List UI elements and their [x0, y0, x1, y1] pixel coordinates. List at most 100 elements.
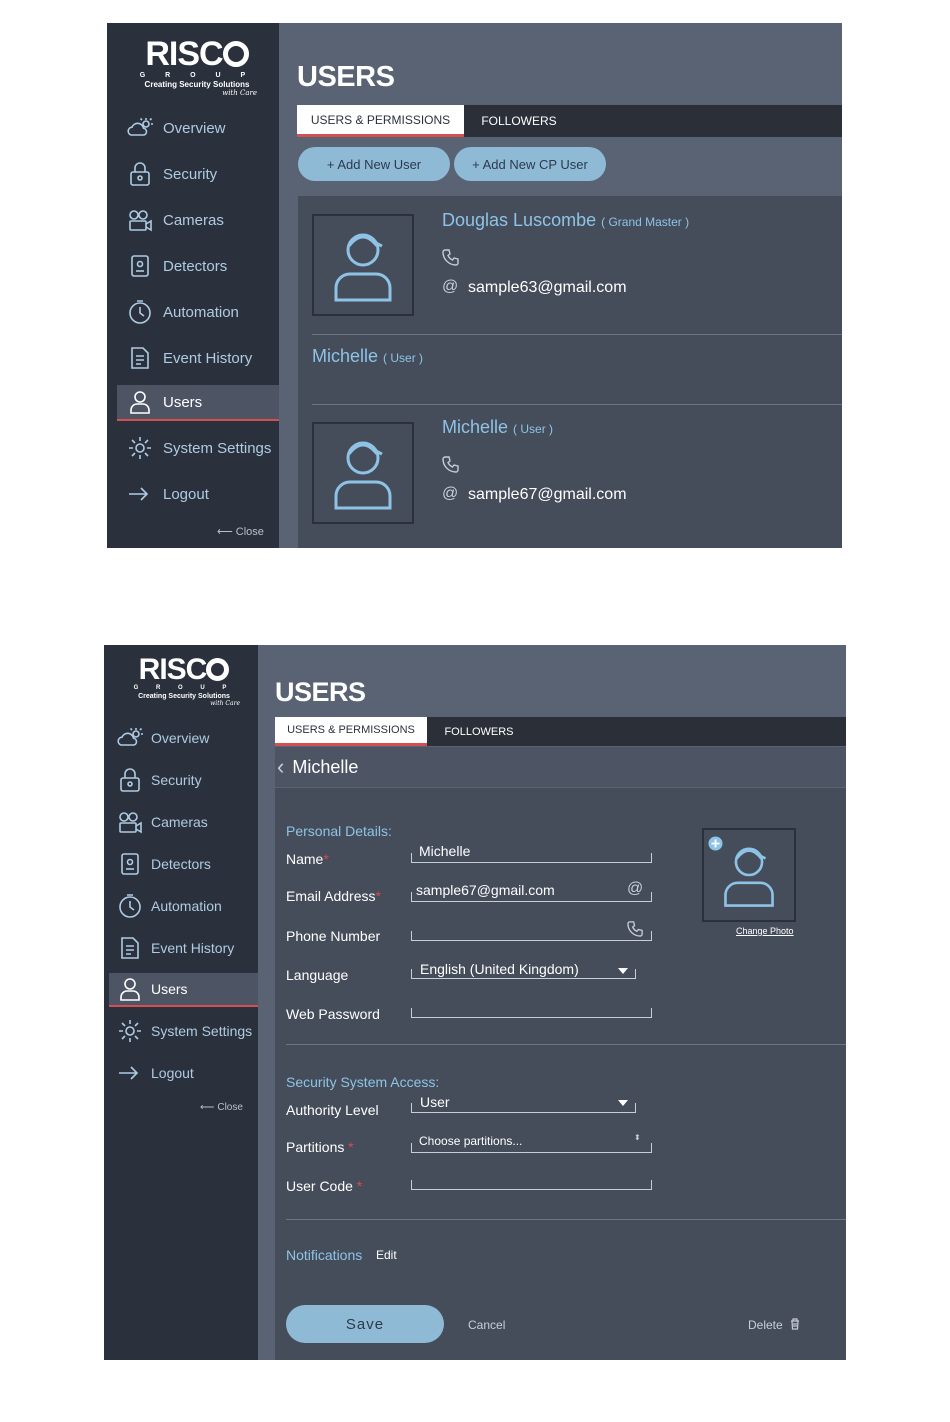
page-title: USERS [275, 677, 366, 707]
lock-icon [120, 768, 140, 792]
user-form: Personal Details: Name* Michelle Email A… [275, 788, 846, 1360]
language-underline [411, 969, 636, 979]
sidebar-item-label: Logout [151, 1065, 194, 1081]
delete-button[interactable]: Delete [748, 1318, 800, 1332]
document-icon [131, 347, 149, 369]
sidebar-item-event-history[interactable]: Event History [109, 932, 258, 964]
sidebar-item-users[interactable]: Users [117, 385, 279, 421]
logo-group-text: G R O U P [139, 72, 255, 79]
sidebar-item-logout[interactable]: Logout [117, 477, 279, 511]
sidebar-item-system-settings[interactable]: System Settings [117, 431, 279, 465]
camera-icon [129, 210, 152, 232]
sidebar-item-cameras[interactable]: Cameras [117, 203, 279, 237]
notifications-edit-link[interactable]: Edit [376, 1248, 397, 1262]
sidebar: RISC G R O U P Creating Security Solutio… [104, 645, 258, 1360]
tab-users-permissions[interactable]: USERS & PERMISSIONS [297, 105, 464, 137]
authority-underline [411, 1103, 636, 1113]
close-sidebar-link[interactable]: ⟵ Close [217, 525, 264, 539]
sidebar-item-overview[interactable]: Overview [109, 722, 258, 754]
sidebar-item-label: System Settings [163, 439, 272, 457]
back-chevron-icon[interactable]: ‹ [277, 754, 284, 780]
user-icon [130, 391, 150, 414]
cancel-button[interactable]: Cancel [468, 1318, 505, 1332]
arrow-left-icon: ⟵ [200, 1102, 215, 1113]
partitions-label-text: Partitions [286, 1139, 345, 1155]
name-label-text: Name [286, 851, 324, 867]
user-name[interactable]: Michelle ( User ) [312, 346, 423, 367]
page-title: USERS [297, 61, 395, 93]
user-detail-header: ‹ Michelle [275, 747, 846, 787]
tab-users-permissions[interactable]: USERS & PERMISSIONS [275, 717, 427, 746]
sidebar-item-cameras[interactable]: Cameras [109, 806, 258, 838]
main-content: USERS USERS & PERMISSIONS FOLLOWERS + Ad… [279, 23, 842, 548]
authority-level-label: Authority Level [286, 1102, 379, 1118]
user-name-text: Douglas Luscombe [442, 210, 597, 230]
sidebar-item-users[interactable]: Users [109, 973, 258, 1007]
sidebar-item-label: Automation [151, 898, 222, 914]
logout-icon [119, 1066, 139, 1080]
lock-icon [130, 162, 150, 186]
tab-bar: USERS & PERMISSIONS FOLLOWERS [275, 717, 846, 746]
trash-icon [791, 1318, 800, 1330]
sidebar-item-label: System Settings [151, 1023, 253, 1039]
phone-icon [442, 249, 459, 266]
sidebar-item-security[interactable]: Security [117, 157, 279, 191]
user-role: ( User ) [383, 351, 424, 365]
arrow-left-icon: ⟵ [217, 526, 233, 538]
sidebar-item-label: Overview [163, 119, 226, 137]
save-button[interactable]: Save [286, 1305, 444, 1343]
divider [286, 1044, 846, 1045]
user-name[interactable]: Michelle ( User ) [442, 417, 553, 438]
sidebar-item-automation[interactable]: Automation [117, 295, 279, 329]
change-photo-link[interactable]: Change Photo [736, 926, 794, 936]
phone-icon [442, 456, 459, 473]
main-content: USERS USERS & PERMISSIONS FOLLOWERS ‹ Mi… [258, 645, 846, 1360]
sidebar-item-security[interactable]: Security [109, 764, 258, 796]
add-new-cp-user-button[interactable]: + Add New CP User [454, 147, 606, 181]
sidebar-item-logout[interactable]: Logout [109, 1057, 258, 1089]
user-name[interactable]: Douglas Luscombe ( Grand Master ) [442, 210, 689, 231]
web-password-field[interactable] [411, 1008, 652, 1018]
notifications-heading: Notifications [286, 1247, 363, 1263]
gear-icon [119, 1020, 141, 1042]
add-new-user-button[interactable]: + Add New User [298, 147, 450, 181]
user-code-label-text: User Code [286, 1178, 353, 1194]
sidebar-item-detectors[interactable]: Detectors [117, 249, 279, 283]
close-sidebar-link[interactable]: ⟵ Close [200, 1102, 243, 1113]
tab-followers[interactable]: FOLLOWERS [464, 105, 574, 137]
sidebar-item-label: Cameras [163, 211, 224, 229]
sidebar-item-label: Security [151, 772, 202, 788]
detector-icon [131, 255, 149, 277]
tab-bar: USERS & PERMISSIONS FOLLOWERS [297, 105, 842, 137]
user-code-field[interactable] [411, 1180, 652, 1190]
close-label: Close [217, 1102, 243, 1113]
user-email: sample67@gmail.com [468, 486, 627, 503]
email-label-text: Email Address [286, 888, 376, 904]
partitions-label: Partitions * [286, 1139, 354, 1155]
user-avatar-icon [334, 441, 392, 510]
sidebar-item-event-history[interactable]: Event History [117, 341, 279, 375]
sidebar-item-automation[interactable]: Automation [109, 890, 258, 922]
email-label: Email Address* [286, 888, 381, 904]
sidebar-item-label: Detectors [151, 856, 211, 872]
email-underline [411, 892, 652, 902]
user-name-text: Michelle [442, 417, 509, 437]
add-photo-icon[interactable] [708, 836, 723, 851]
logo-tagline-script: with Care [210, 699, 240, 707]
cloud-sun-icon [127, 117, 153, 136]
sidebar-item-detectors[interactable]: Detectors [109, 848, 258, 880]
tab-followers[interactable]: FOLLOWERS [427, 717, 531, 746]
sidebar-item-label: Event History [163, 349, 253, 367]
sidebar-item-overview[interactable]: Overview [117, 111, 279, 145]
sidebar-item-label: Users [151, 981, 188, 997]
logout-icon [129, 487, 149, 501]
avatar[interactable] [312, 214, 414, 316]
avatar[interactable] [312, 422, 414, 524]
sidebar-item-system-settings[interactable]: System Settings [109, 1015, 258, 1047]
partitions-underline [411, 1143, 652, 1153]
language-label: Language [286, 967, 349, 983]
phone-underline [411, 931, 652, 941]
users-list-screen: RISC G R O U P Creating Security Solutio… [107, 23, 842, 548]
personal-details-heading: Personal Details: [286, 823, 392, 839]
security-access-heading: Security System Access: [286, 1074, 440, 1090]
